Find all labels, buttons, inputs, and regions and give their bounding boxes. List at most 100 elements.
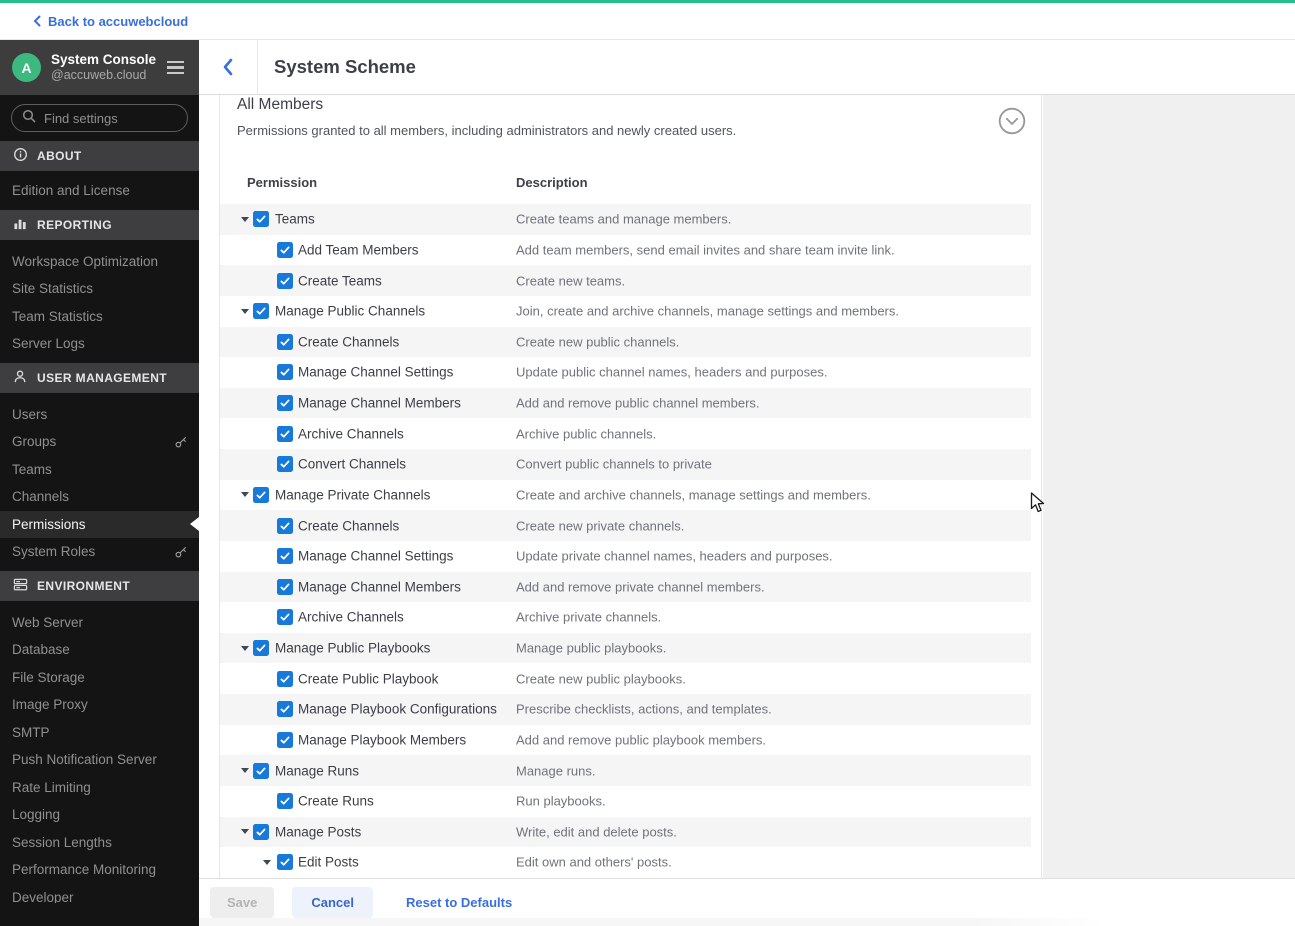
sidebar-item-system-roles[interactable]: System Roles xyxy=(0,538,199,566)
sidebar-item-groups[interactable]: Groups xyxy=(0,428,199,456)
checkbox-checked[interactable] xyxy=(277,701,293,718)
menu-icon[interactable] xyxy=(164,58,187,78)
sidebar-item-database[interactable]: Database xyxy=(0,636,199,664)
permission-label: Manage Posts xyxy=(275,824,362,840)
checkbox-checked[interactable] xyxy=(277,517,293,534)
sidebar-item-developer[interactable]: Developer xyxy=(0,884,199,903)
page-title: System Scheme xyxy=(274,56,416,77)
caret-down-icon[interactable] xyxy=(263,859,271,865)
checkbox-checked[interactable] xyxy=(277,272,293,289)
checkbox-checked[interactable] xyxy=(277,609,293,626)
checkbox-checked[interactable] xyxy=(277,854,293,871)
permission-description: Archive private channels. xyxy=(516,609,662,625)
save-button[interactable]: Save xyxy=(210,887,275,918)
sidebar-item-workspace-optimization[interactable]: Workspace Optimization xyxy=(0,248,199,276)
checkbox-checked[interactable] xyxy=(277,456,293,473)
back-button[interactable] xyxy=(199,40,258,94)
checkbox-checked[interactable] xyxy=(277,333,293,350)
checkbox-checked[interactable] xyxy=(277,578,293,595)
checkbox-checked[interactable] xyxy=(253,762,269,779)
permission-label: Create Teams xyxy=(298,273,382,289)
checkbox-checked[interactable] xyxy=(253,823,269,840)
permission-label: Convert Channels xyxy=(298,456,407,472)
caret-down-icon[interactable] xyxy=(241,308,249,314)
search-box[interactable] xyxy=(11,104,188,132)
sidebar-item-edition-and-license[interactable]: Edition and License xyxy=(0,177,199,205)
search-input[interactable] xyxy=(44,110,164,126)
permission-description: Update private channel names, headers an… xyxy=(516,548,833,564)
sidebar-item-users[interactable]: Users xyxy=(0,401,199,429)
checkbox-checked[interactable] xyxy=(277,425,293,442)
checkbox-checked[interactable] xyxy=(277,241,293,258)
table-row-manage-posts: Manage Posts Write, edit and delete posts… xyxy=(220,816,1031,848)
sidebar-item-server-logs[interactable]: Server Logs xyxy=(0,330,199,358)
permission-description: Edit own and others' posts. xyxy=(516,854,672,870)
back-to-site-link[interactable]: Back to accuwebcloud xyxy=(33,14,188,29)
sidebar-item-session-lengths[interactable]: Session Lengths xyxy=(0,829,199,857)
caret-down-icon[interactable] xyxy=(241,216,249,222)
table-row-edit-posts: Edit Posts Edit own and others' posts. xyxy=(220,847,1031,878)
caret-down-icon[interactable] xyxy=(241,492,249,498)
checkbox-checked[interactable] xyxy=(253,486,269,503)
sidebar-item-team-statistics[interactable]: Team Statistics xyxy=(0,303,199,331)
chart-icon xyxy=(13,216,28,234)
topbar: Back to accuwebcloud xyxy=(0,0,1295,40)
table-row-manage-playbook-members: Manage Playbook Members Add and remove pu… xyxy=(220,725,1031,756)
cancel-button[interactable]: Cancel xyxy=(292,887,374,918)
table-row-create-channels: Create Channels Create new private channe… xyxy=(220,510,1031,541)
permission-label: Archive Channels xyxy=(298,609,404,625)
table-row-manage-runs: Manage Runs Manage runs. xyxy=(220,755,1031,786)
permission-description: Create new teams. xyxy=(516,273,626,289)
permission-description: Create new public channels. xyxy=(516,334,680,350)
checkbox-checked[interactable] xyxy=(253,211,269,228)
table-row-manage-channel-settings: Manage Channel Settings Update public cha… xyxy=(220,357,1031,388)
checkbox-checked[interactable] xyxy=(277,793,293,810)
sidebar-item-label: Database xyxy=(12,642,70,658)
reset-to-defaults-link[interactable]: Reset to Defaults xyxy=(406,895,512,910)
permission-label: Manage Playbook Configurations xyxy=(298,701,497,717)
permission-label: Create Runs xyxy=(298,793,374,809)
checkbox-checked[interactable] xyxy=(277,731,293,748)
permission-label: Manage Runs xyxy=(275,763,360,779)
section-header-label: ENVIRONMENT xyxy=(37,578,131,593)
sidebar-item-file-storage[interactable]: File Storage xyxy=(0,664,199,692)
caret-down-icon[interactable] xyxy=(241,768,249,774)
permission-description: Create teams and manage members. xyxy=(516,211,732,227)
sidebar-item-logging[interactable]: Logging xyxy=(0,801,199,829)
table-row-create-public-playbook: Create Public Playbook Create new public … xyxy=(220,663,1031,694)
sidebar-item-rate-limiting[interactable]: Rate Limiting xyxy=(0,774,199,802)
checkbox-checked[interactable] xyxy=(253,640,269,657)
table-row-manage-channel-members: Manage Channel Members Add and remove pri… xyxy=(220,571,1031,603)
checkbox-checked[interactable] xyxy=(253,303,269,320)
sidebar-item-channels[interactable]: Channels xyxy=(0,483,199,511)
table-row-archive-channels: Archive Channels Archive private channels… xyxy=(220,602,1031,633)
sidebar-item-site-statistics[interactable]: Site Statistics xyxy=(0,275,199,303)
permission-description: Create new public playbooks. xyxy=(516,671,686,687)
chevron-left-icon xyxy=(33,15,41,27)
checkbox-checked[interactable] xyxy=(277,548,293,565)
back-link-label: Back to accuwebcloud xyxy=(48,13,189,29)
sidebar-item-image-proxy[interactable]: Image Proxy xyxy=(0,691,199,719)
sidebar-item-push-notification-server[interactable]: Push Notification Server xyxy=(0,746,199,774)
sidebar-item-web-server[interactable]: Web Server xyxy=(0,609,199,637)
sidebar-item-performance-monitoring[interactable]: Performance Monitoring xyxy=(0,856,199,884)
avatar-letter: A xyxy=(21,59,32,76)
search-area xyxy=(0,95,199,141)
sidebar-item-teams[interactable]: Teams xyxy=(0,456,199,484)
checkbox-checked[interactable] xyxy=(277,364,293,381)
permission-description: Prescribe checklists, actions, and templ… xyxy=(516,701,772,717)
sidebar-item-label: Site Statistics xyxy=(12,281,94,297)
permission-description: Archive public channels. xyxy=(516,426,657,442)
checkbox-checked[interactable] xyxy=(277,670,293,687)
sidebar-item-smtp[interactable]: SMTP xyxy=(0,719,199,747)
sidebar-item-label: Rate Limiting xyxy=(12,779,91,795)
checkbox-checked[interactable] xyxy=(277,395,293,412)
permission-label: Manage Channel Settings xyxy=(298,548,454,564)
caret-down-icon[interactable] xyxy=(241,829,249,835)
sidebar-item-permissions[interactable]: Permissions xyxy=(0,510,199,538)
section-header-user-management: USER MANAGEMENT xyxy=(0,362,199,393)
permission-label: Manage Channel Members xyxy=(298,395,461,411)
caret-down-icon[interactable] xyxy=(241,645,249,651)
collapse-chevron-icon[interactable] xyxy=(998,107,1026,135)
sidebar: A System Console @accuweb.cloud ABOUT Edi… xyxy=(0,40,199,926)
